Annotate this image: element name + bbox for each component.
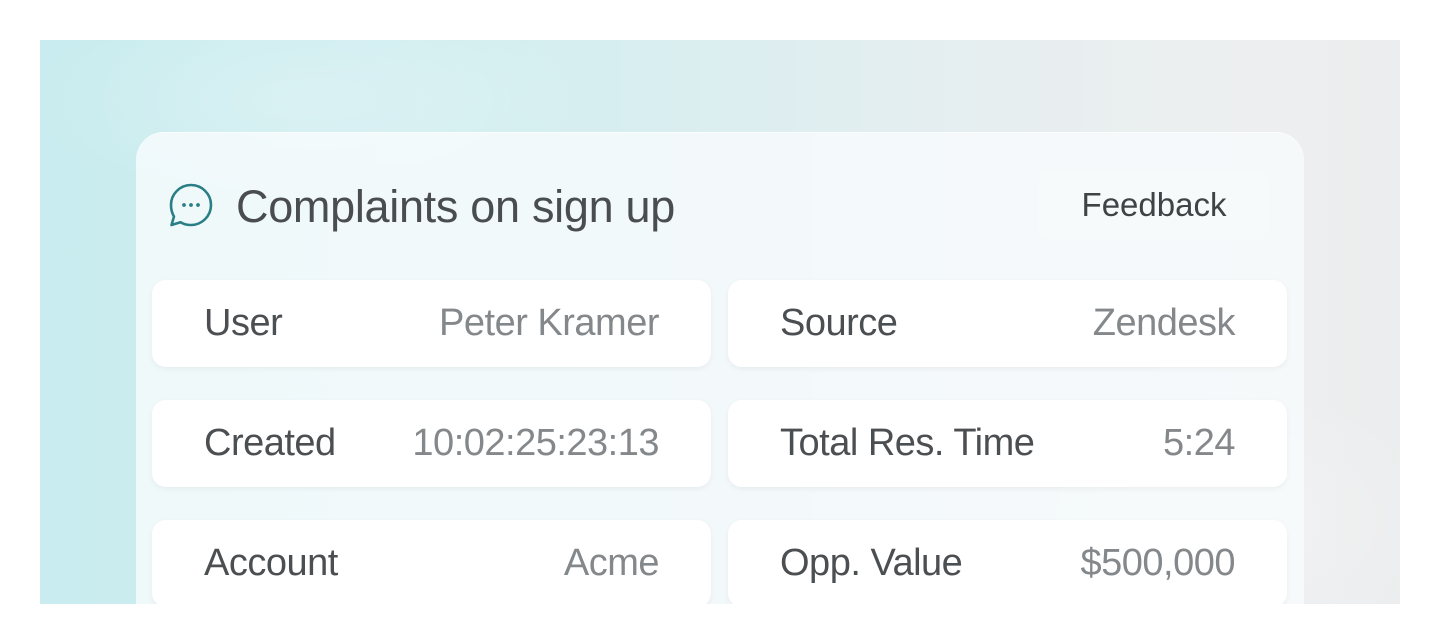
field-value: 5:24 [1163,422,1235,464]
field-value: Zendesk [1092,302,1236,344]
complaint-card: Complaints on sign up Feedback User Pete… [136,132,1304,604]
field-label: Source [780,302,898,344]
chat-bubble-icon [168,182,214,228]
field-label: Account [204,542,338,584]
field-value: 10:02:25:23:13 [412,422,659,464]
field-total-res-time: Total Res. Time 5:24 [728,400,1287,487]
feedback-tag-button[interactable]: Feedback [1038,170,1270,240]
field-label: Created [204,422,336,464]
field-opp-value: Opp. Value $500,000 [728,520,1287,604]
card-header: Complaints on sign up Feedback [168,170,1270,242]
background-canvas: Complaints on sign up Feedback User Pete… [40,40,1400,604]
field-user: User Peter Kramer [152,280,711,367]
field-value: Peter Kramer [439,302,659,344]
card-title: Complaints on sign up [236,181,675,232]
field-label: Opp. Value [780,542,963,584]
field-created: Created 10:02:25:23:13 [152,400,711,487]
field-value: Acme [563,542,660,584]
field-source: Source Zendesk [728,280,1287,367]
field-label: Total Res. Time [780,422,1035,464]
field-label: User [204,302,283,344]
field-value: $500,000 [1080,542,1236,584]
field-account: Account Acme [152,520,711,604]
